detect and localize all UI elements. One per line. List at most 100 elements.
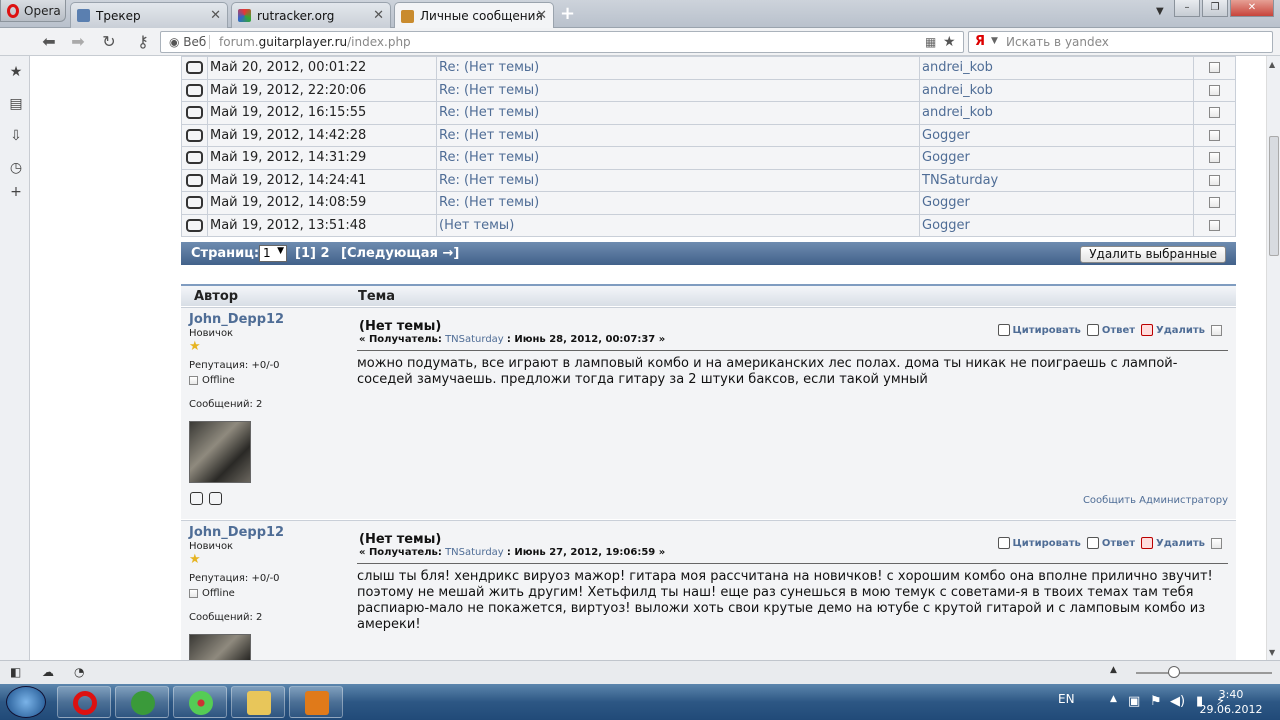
speed-dial-icon[interactable]: ◔ (74, 665, 84, 679)
table-row[interactable]: Май 19, 2012, 14:42:28 Re: (Нет темы) Gogg… (181, 123, 1236, 147)
pm-icon[interactable] (209, 492, 222, 505)
reload-icon[interactable]: ↻ (98, 32, 120, 52)
taskbar-media-player[interactable] (289, 686, 343, 718)
notes-icon[interactable]: ▤ (8, 96, 24, 112)
select-checkbox[interactable] (1209, 174, 1220, 186)
rss-icon[interactable]: ▦ (925, 35, 936, 49)
reply-button[interactable]: Ответ (1086, 324, 1135, 336)
profile-icon[interactable] (190, 492, 203, 505)
chevron-down-icon[interactable]: ▼ (991, 36, 998, 46)
close-tab-icon[interactable]: ✕ (373, 8, 384, 23)
history-clock-icon[interactable]: ◷ (8, 160, 24, 176)
message-sender-link[interactable]: TNSaturday (919, 168, 1194, 192)
select-checkbox[interactable] (1209, 62, 1220, 74)
search-field[interactable]: Я ▼ Искать в yandex (968, 31, 1273, 53)
author-name-link[interactable]: John_Depp12 (189, 312, 284, 327)
delete-label: Удалить (1156, 538, 1205, 549)
tab-rutracker[interactable]: rutracker.org ✕ (231, 2, 391, 28)
message-subject-link[interactable]: Re: (Нет темы) (436, 146, 920, 170)
message-sender-link[interactable]: andrei_kob (919, 78, 1194, 102)
report-to-admin-link[interactable]: Сообщить Администратору (1083, 495, 1228, 506)
minimize-button[interactable]: – (1174, 0, 1200, 17)
message-subject-link[interactable]: Re: (Нет темы) (436, 56, 920, 80)
table-row[interactable]: Май 20, 2012, 00:01:22 Re: (Нет темы) andr… (181, 56, 1236, 80)
zoom-slider-knob[interactable] (1168, 666, 1180, 678)
zoom-slider[interactable] (1136, 672, 1272, 674)
message-sender-link[interactable]: Gogger (919, 123, 1194, 147)
reply-button[interactable]: Ответ (1086, 537, 1135, 549)
select-checkbox[interactable] (1211, 324, 1222, 336)
taskbar-explorer[interactable] (231, 686, 285, 718)
zoom-up-icon[interactable]: ▲ (1110, 665, 1117, 675)
taskbar-utorrent[interactable] (115, 686, 169, 718)
table-row[interactable]: Май 19, 2012, 14:31:29 Re: (Нет темы) Gogg… (181, 146, 1236, 170)
select-checkbox[interactable] (1209, 197, 1220, 209)
bookmarks-star-icon[interactable]: ★ (8, 64, 24, 80)
scroll-up-icon[interactable]: ▲ (1269, 60, 1275, 69)
table-row[interactable]: Май 19, 2012, 14:08:59 Re: (Нет темы) Gogg… (181, 191, 1236, 215)
select-checkbox[interactable] (1209, 152, 1220, 164)
vertical-scrollbar[interactable]: ▲ ▼ (1266, 56, 1280, 660)
message-sender-link[interactable]: Gogger (919, 213, 1194, 237)
page-select[interactable]: 1 ▼ (259, 245, 287, 262)
page-links[interactable]: [1] 2 (295, 246, 330, 261)
message-sender-link[interactable]: Gogger (919, 146, 1194, 170)
table-row[interactable]: Май 19, 2012, 14:24:41 Re: (Нет темы) TNSa… (181, 168, 1236, 192)
tab-tracker[interactable]: Трекер ✕ (70, 2, 228, 28)
message-subject-link[interactable]: Re: (Нет темы) (436, 101, 920, 125)
show-hidden-icons-icon[interactable]: ▲ (1110, 694, 1117, 704)
volume-icon[interactable]: ◀) (1170, 694, 1185, 709)
delete-button[interactable]: Удалить (1141, 537, 1205, 549)
start-button[interactable] (6, 686, 46, 718)
scroll-thumb[interactable] (1269, 136, 1279, 256)
downloads-icon[interactable]: ⇩ (8, 128, 24, 144)
table-row[interactable]: Май 19, 2012, 13:51:48 (Нет темы) Gogger (181, 213, 1236, 237)
quote-button[interactable]: Цитировать (997, 324, 1081, 336)
opera-menu-button[interactable]: Opera (0, 0, 66, 22)
panel-toggle-icon[interactable]: ◧ (10, 665, 21, 679)
bookmark-star-icon[interactable]: ★ (943, 34, 956, 50)
close-tab-icon[interactable]: ✕ (210, 8, 221, 23)
recipient-link[interactable]: TNSaturday (445, 334, 504, 345)
message-sender-link[interactable]: Gogger (919, 191, 1194, 215)
maximize-button[interactable]: ❐ (1202, 0, 1228, 17)
message-subject-link[interactable]: Re: (Нет темы) (436, 191, 920, 215)
author-name-link[interactable]: John_Depp12 (189, 525, 284, 540)
table-row[interactable]: Май 19, 2012, 22:20:06 Re: (Нет темы) andr… (181, 78, 1236, 102)
scroll-down-icon[interactable]: ▼ (1269, 648, 1275, 657)
taskbar-icq[interactable] (173, 686, 227, 718)
select-checkbox[interactable] (1209, 219, 1220, 231)
tabs-menu-chevron-icon[interactable]: ▼ (1156, 6, 1164, 17)
close-tab-icon[interactable]: ✕ (536, 8, 547, 23)
forward-arrow-icon[interactable]: ➡ (67, 32, 89, 52)
clock[interactable]: 3:40 29.06.2012 (1196, 687, 1266, 717)
select-checkbox[interactable] (1211, 537, 1222, 549)
table-row[interactable]: Май 19, 2012, 16:15:55 Re: (Нет темы) andr… (181, 101, 1236, 125)
message-subject-link[interactable]: Re: (Нет темы) (436, 123, 920, 147)
select-checkbox[interactable] (1209, 84, 1220, 96)
next-page-link[interactable]: [Следующая →] (341, 246, 459, 261)
turbo-cloud-icon[interactable]: ☁ (42, 665, 54, 679)
select-checkbox[interactable] (1209, 107, 1220, 119)
message-sender-link[interactable]: andrei_kob (919, 56, 1194, 80)
url-field[interactable]: ◉ Веб forum.guitarplayer.ru/index.php ▦ … (160, 31, 964, 53)
quote-button[interactable]: Цитировать (997, 537, 1081, 549)
message-sender-link[interactable]: andrei_kob (919, 101, 1194, 125)
tab-private-messages[interactable]: Личные сообщения ✕ (394, 2, 554, 29)
recipient-link[interactable]: TNSaturday (445, 547, 504, 558)
key-icon[interactable]: ⚷ (130, 32, 156, 52)
add-panel-icon[interactable]: + (8, 184, 24, 200)
delete-button[interactable]: Удалить (1141, 324, 1205, 336)
message-subject-link[interactable]: Re: (Нет темы) (436, 78, 920, 102)
back-arrow-icon[interactable]: ⬅ (38, 32, 60, 52)
tray-app-icon[interactable]: ▣ (1128, 694, 1140, 709)
flag-icon[interactable]: ⚑ (1150, 694, 1162, 709)
delete-selected-button[interactable]: Удалить выбранные (1080, 246, 1226, 263)
message-subject-link[interactable]: (Нет темы) (436, 213, 920, 237)
language-indicator[interactable]: EN (1058, 692, 1075, 706)
message-subject-link[interactable]: Re: (Нет темы) (436, 168, 920, 192)
close-window-button[interactable]: ✕ (1230, 0, 1274, 17)
taskbar-opera[interactable] (57, 686, 111, 718)
new-tab-button[interactable]: + (560, 3, 575, 24)
select-checkbox[interactable] (1209, 129, 1220, 141)
